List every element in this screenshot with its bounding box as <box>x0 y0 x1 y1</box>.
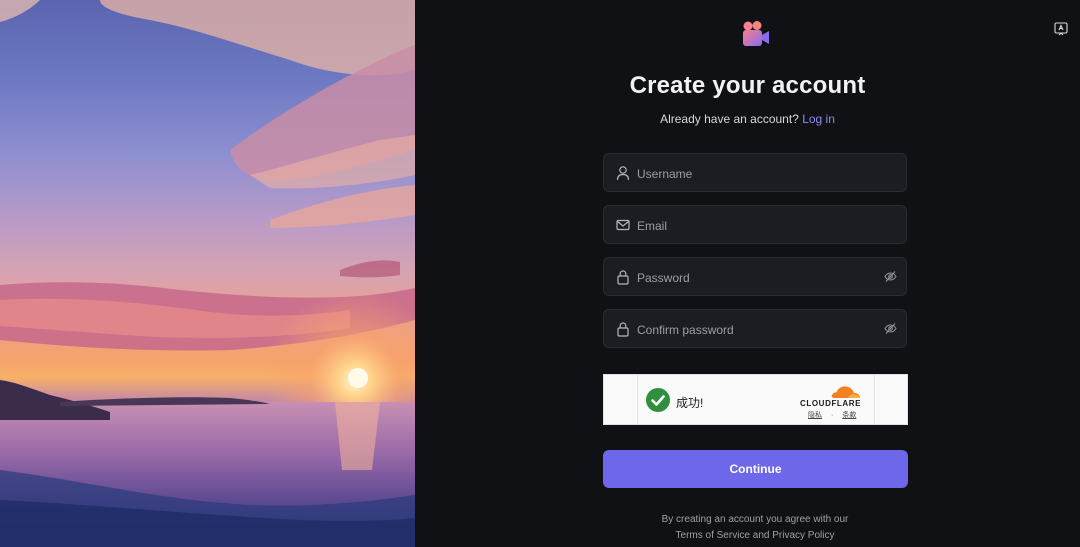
cloudflare-brand: CLOUDFLARE <box>800 399 862 408</box>
username-field[interactable] <box>603 153 907 193</box>
link-separator: · <box>831 412 834 419</box>
captcha-links: 隐私 · 条款 <box>808 410 856 420</box>
email-input[interactable] <box>635 206 879 245</box>
login-prompt-text: Already have an account? <box>660 112 799 126</box>
username-input[interactable] <box>635 154 879 193</box>
email-field[interactable] <box>603 205 907 245</box>
accessibility-icon[interactable] <box>1054 22 1068 36</box>
confirm-password-field[interactable] <box>603 309 907 349</box>
login-link[interactable]: Log in <box>802 112 835 126</box>
eye-off-icon[interactable] <box>884 270 897 283</box>
legal-line-1: By creating an account you agree with ou… <box>661 514 849 525</box>
continue-button[interactable]: Continue <box>603 450 908 488</box>
legal-line-2[interactable]: Terms of Service and Privacy Policy <box>415 528 1080 544</box>
app-logo-icon <box>741 19 771 49</box>
mail-icon <box>616 217 630 233</box>
eye-off-icon[interactable] <box>884 322 897 335</box>
user-icon <box>616 165 630 181</box>
hero-sunset-image <box>0 0 415 547</box>
lock-icon <box>616 321 630 337</box>
sunset-illustration <box>0 0 415 547</box>
check-icon <box>646 388 670 412</box>
privacy-link[interactable]: 隐私 <box>808 412 822 419</box>
legal-notice: By creating an account you agree with ou… <box>415 512 1080 544</box>
captcha-status: 成功! <box>676 396 704 410</box>
confirm-password-input[interactable] <box>635 310 879 349</box>
cloudflare-cloud-icon <box>830 383 862 399</box>
page-title: Create your account <box>629 72 866 99</box>
lock-icon <box>616 269 630 285</box>
password-field[interactable] <box>603 257 907 297</box>
captcha-widget[interactable]: 成功! CLOUDFLARE 隐私 · 条款 <box>603 374 908 425</box>
password-input[interactable] <box>635 258 879 297</box>
login-prompt: Already have an account? Log in <box>415 112 1080 126</box>
terms-link[interactable]: 条款 <box>842 412 856 419</box>
